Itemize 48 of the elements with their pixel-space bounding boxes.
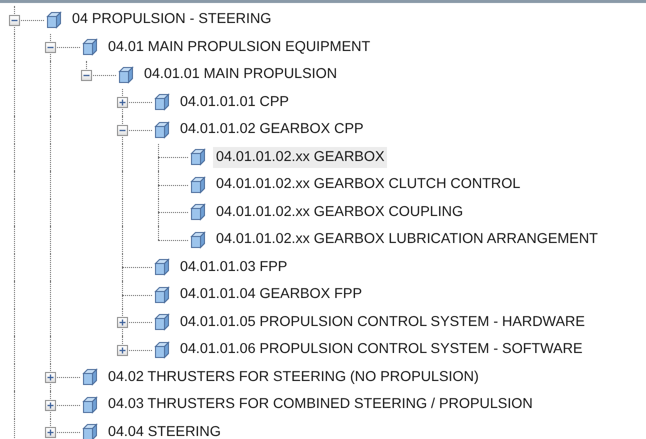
cube-icon: [154, 93, 170, 112]
collapse-toggle[interactable]: [81, 70, 92, 81]
expand-toggle[interactable]: [117, 344, 128, 356]
plus-icon: [118, 318, 127, 328]
tree-item-label[interactable]: 04.01 MAIN PROPULSION EQUIPMENT: [105, 36, 374, 58]
cube-icon: [154, 313, 170, 332]
expand-toggle[interactable]: [45, 400, 56, 411]
plus-icon: [118, 346, 127, 355]
tree-item-label[interactable]: 04.01.01.04 GEARBOX FPP: [177, 284, 365, 306]
collapse-toggle[interactable]: [9, 14, 20, 26]
cube-icon: [118, 66, 134, 84]
tree-item-label[interactable]: 04.01.01.05 PROPULSION CONTROL SYSTEM - HARDWARE: [177, 312, 588, 333]
tree-item-label[interactable]: 04 PROPULSION - STEERING: [69, 9, 274, 30]
tree-item-label[interactable]: 04.01.01.01 CPP: [177, 92, 292, 113]
cube-icon: [154, 286, 170, 304]
expand-toggle[interactable]: [45, 427, 56, 438]
plus-icon: [46, 373, 55, 382]
tree-item-label[interactable]: 04.03 THRUSTERS FOR COMBINED STEERING / PROPULSION: [105, 394, 536, 416]
collapse-toggle[interactable]: [45, 42, 56, 54]
cube-icon: [154, 340, 170, 359]
tree-item-label[interactable]: 04.04 STEERING: [105, 422, 224, 439]
tree-item-label[interactable]: 04.01.01.06 PROPULSION CONTROL SYSTEM - SOFTWARE: [177, 339, 586, 360]
plus-icon: [46, 400, 55, 410]
expand-toggle[interactable]: [117, 317, 128, 328]
cube-icon: [82, 368, 98, 386]
tree-item-label[interactable]: 04.02 THRUSTERS FOR STEERING (NO PROPULSION): [105, 366, 482, 388]
tree-item-label[interactable]: 04.01.01.02 GEARBOX CPP: [177, 119, 367, 140]
plus-icon: [118, 98, 127, 108]
cube-icon: [190, 203, 206, 222]
cube-icon: [46, 10, 62, 29]
cube-icon: [82, 38, 98, 56]
tree-item-label[interactable]: 04.01.01.02.xx GEARBOX LUBRICATION ARRANGEMENT: [213, 229, 601, 250]
collapse-toggle[interactable]: [117, 124, 128, 136]
cube-icon: [154, 258, 170, 276]
cube-icon: [82, 423, 98, 439]
cube-icon: [154, 120, 170, 139]
tree-item-label[interactable]: 04.01.01.03 FPP: [177, 256, 290, 278]
plus-icon: [46, 428, 55, 438]
tree-item-label[interactable]: 04.01.01.02.xx GEARBOX: [213, 146, 388, 168]
expand-toggle[interactable]: [45, 372, 56, 384]
cube-icon: [190, 176, 206, 194]
tree-item-label[interactable]: 04.01.01.02.xx GEARBOX CLUTCH CONTROL: [213, 174, 524, 196]
tree-item-label[interactable]: 04.01.01.02.xx GEARBOX COUPLING: [213, 202, 466, 223]
cube-icon: [190, 230, 206, 249]
cube-icon: [190, 148, 206, 166]
tree-item-label[interactable]: 04.01.01 MAIN PROPULSION: [141, 64, 340, 86]
cube-icon: [82, 396, 98, 414]
expand-toggle[interactable]: [117, 97, 128, 108]
